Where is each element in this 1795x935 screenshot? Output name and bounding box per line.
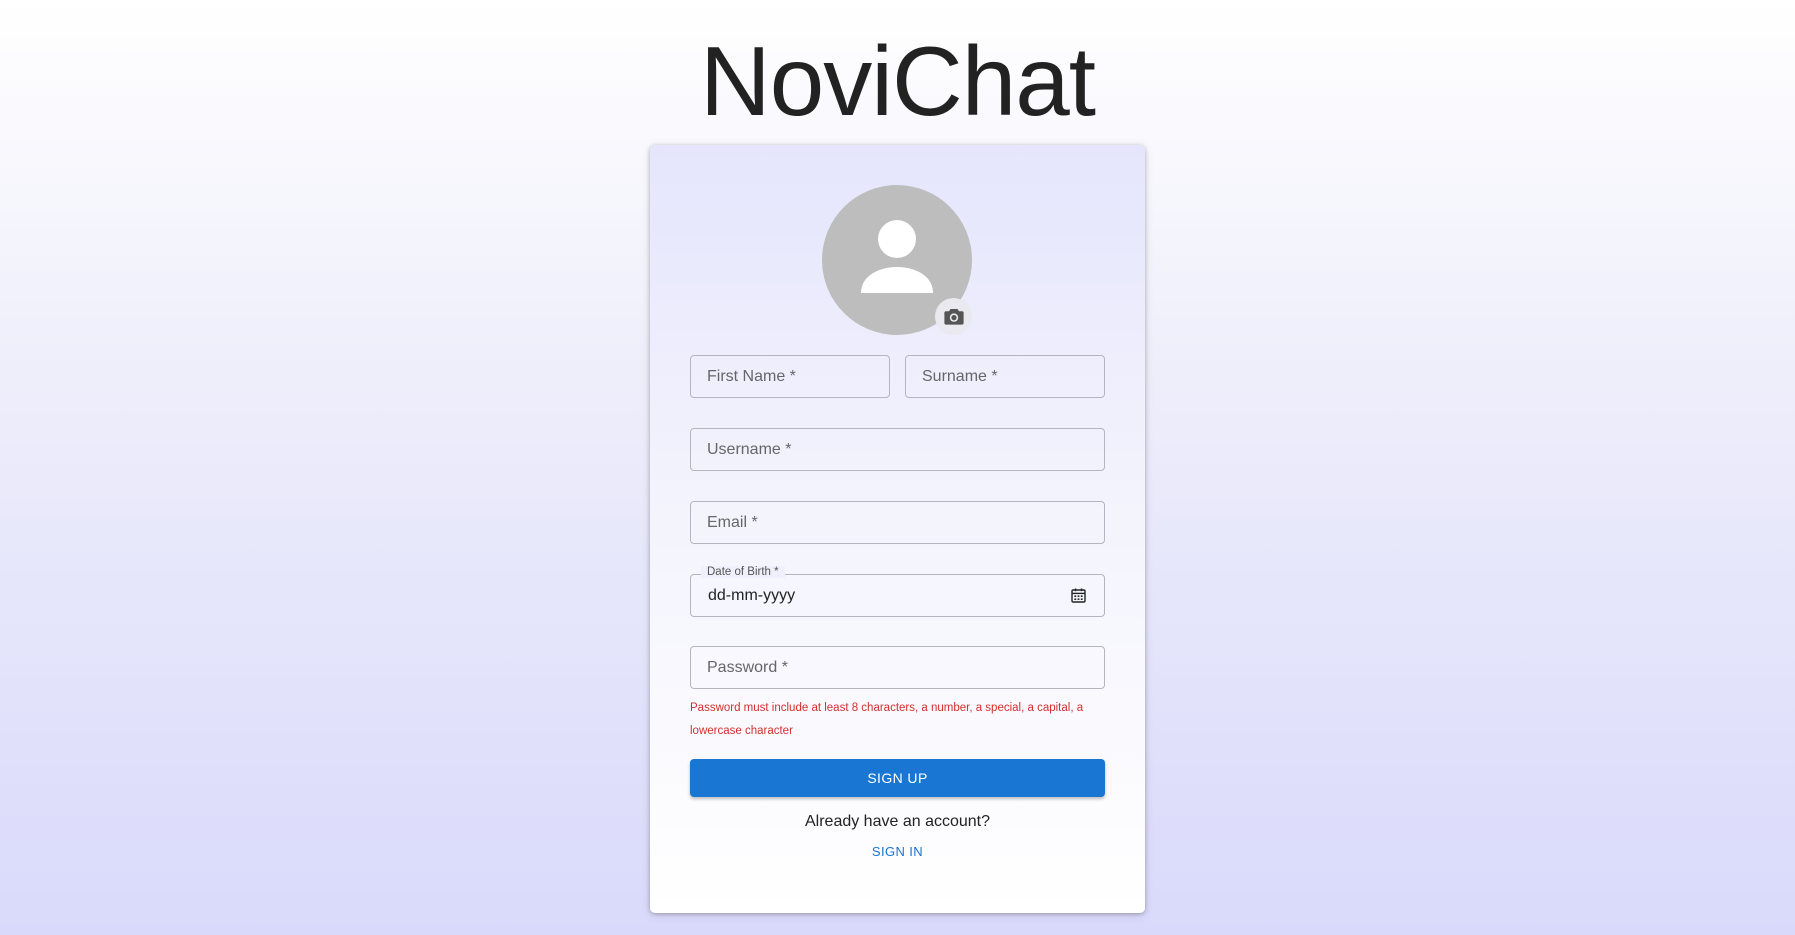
surname-field[interactable]: Surname * (905, 355, 1105, 398)
date-of-birth-label: Date of Birth * (701, 566, 785, 578)
calendar-icon[interactable] (1071, 588, 1086, 608)
already-have-account-text: Already have an account? (804, 813, 990, 830)
sign-in-link[interactable]: SIGN IN (650, 844, 1145, 859)
person-icon (861, 220, 933, 293)
upload-photo-button[interactable] (935, 298, 972, 335)
date-of-birth-field[interactable]: Date of Birth * dd-mm-yyyy (690, 566, 1105, 617)
email-field[interactable]: Email * (690, 501, 1105, 544)
password-label: Password * (707, 659, 788, 676)
date-of-birth-placeholder: dd-mm-yyyy (708, 587, 796, 604)
first-name-label: First Name * (707, 368, 796, 385)
signup-card: First Name * Surname * Username * Email … (650, 145, 1145, 913)
password-helper-text: Password must include at least 8 charact… (690, 702, 1084, 737)
camera-icon (943, 309, 964, 325)
sign-up-button[interactable]: SIGN UP (690, 759, 1105, 797)
first-name-field[interactable]: First Name * (690, 355, 890, 398)
app-title: NoviChat (699, 26, 1096, 136)
surname-label: Surname * (922, 368, 998, 385)
username-field[interactable]: Username * (690, 428, 1105, 471)
avatar-uploader[interactable] (822, 185, 972, 335)
username-label: Username * (707, 441, 792, 458)
email-label: Email * (707, 514, 758, 531)
password-field[interactable]: Password * (690, 646, 1105, 689)
